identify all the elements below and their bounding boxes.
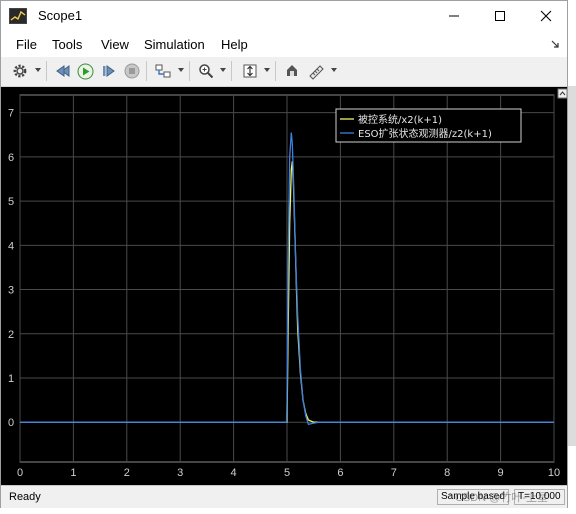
autoscale-button[interactable] (241, 62, 259, 80)
toolbar-separator (146, 61, 147, 81)
x-tick-label: 2 (124, 467, 130, 479)
zoom-icon (199, 64, 214, 79)
zoom-button[interactable] (197, 62, 215, 80)
autoscale-dropdown[interactable] (264, 68, 270, 72)
toolbar-separator (189, 61, 190, 81)
layout-dropdown[interactable] (178, 68, 184, 72)
y-tick-label: 2 (8, 329, 14, 341)
toolbar-separator (46, 61, 47, 81)
run-button[interactable] (76, 62, 94, 80)
step-forward-icon (103, 65, 115, 77)
y-tick-label: 3 (8, 285, 14, 297)
x-tick-label: 0 (17, 467, 23, 479)
step-back-button[interactable] (54, 62, 72, 80)
x-tick-label: 5 (284, 467, 290, 479)
legend-entry: 被控系统/x2(k+1) (358, 113, 442, 126)
menu-file[interactable]: File (16, 37, 37, 52)
configuration-button[interactable] (11, 62, 29, 80)
x-tick-label: 8 (444, 467, 450, 479)
y-tick-label: 1 (8, 373, 14, 385)
close-button[interactable] (523, 1, 569, 31)
layout-icon (155, 64, 171, 78)
status-ready: Ready (9, 491, 41, 503)
undock-legend-icon[interactable] (557, 88, 567, 99)
zoom-dropdown[interactable] (220, 68, 226, 72)
y-tick-label: 6 (8, 152, 14, 164)
measurements-button[interactable] (307, 62, 325, 80)
measure-icon (308, 64, 324, 80)
menu-view[interactable]: View (101, 37, 129, 52)
minimize-button[interactable] (431, 1, 477, 31)
toolbar-separator (231, 61, 232, 81)
highlight-simulink-block-button[interactable] (283, 62, 301, 80)
step-forward-button[interactable] (100, 62, 118, 80)
menu-collapse-arrow-icon[interactable] (551, 39, 561, 49)
stop-icon (124, 63, 140, 79)
x-tick-label: 7 (391, 467, 397, 479)
y-tick-label: 4 (8, 240, 14, 252)
highlight-icon (287, 65, 297, 76)
menu-bar: File Tools View Simulation Help (1, 31, 567, 57)
toolbar-separator (275, 61, 276, 81)
x-tick-label: 6 (337, 467, 343, 479)
y-tick-label: 7 (8, 108, 14, 120)
scope-chart[interactable]: 0 1 2 3 4 5 6 7 8 9 10 0 1 2 3 4 5 6 7 被控系统/x2(k+1)ESO扩张状态观… (1, 87, 567, 485)
menu-help[interactable]: Help (221, 37, 248, 52)
x-tick-label: 1 (70, 467, 76, 479)
minimize-icon (449, 15, 459, 17)
menu-tools[interactable]: Tools (52, 37, 82, 52)
x-tick-label: 10 (548, 467, 560, 479)
gear-icon (13, 64, 27, 78)
background-window-edge (568, 86, 576, 446)
window-title: Scope1 (38, 8, 83, 23)
x-tick-label: 3 (177, 467, 183, 479)
step-back-icon (56, 65, 70, 77)
close-icon (540, 10, 552, 22)
scope-window: Scope1 File Tools View Simulation Help 0… (0, 0, 568, 508)
menu-simulation[interactable]: Simulation (144, 37, 205, 52)
stop-button[interactable] (123, 62, 141, 80)
measurements-dropdown[interactable] (331, 68, 337, 72)
maximize-icon (495, 11, 505, 21)
y-tick-label: 5 (8, 196, 14, 208)
scope-app-icon (9, 8, 27, 24)
title-bar[interactable]: Scope1 (1, 1, 567, 31)
autoscale-icon (243, 64, 257, 78)
toolbar (1, 57, 567, 87)
run-icon (77, 63, 93, 79)
x-tick-label: 9 (498, 467, 504, 479)
configuration-dropdown[interactable] (35, 68, 41, 72)
layout-button[interactable] (154, 62, 172, 80)
watermark: CSDN @竹叶-上星 (455, 492, 549, 504)
scope-plot-area[interactable]: 0 1 2 3 4 5 6 7 8 9 10 0 1 2 3 4 5 6 7 被控系统/x2(k+1) ESO扩张状态观… (1, 87, 567, 485)
legend-entry: ESO扩张状态观测器/z2(k+1) (358, 127, 492, 140)
x-tick-label: 4 (231, 467, 237, 479)
maximize-button[interactable] (477, 1, 523, 31)
y-tick-label: 0 (8, 417, 14, 429)
